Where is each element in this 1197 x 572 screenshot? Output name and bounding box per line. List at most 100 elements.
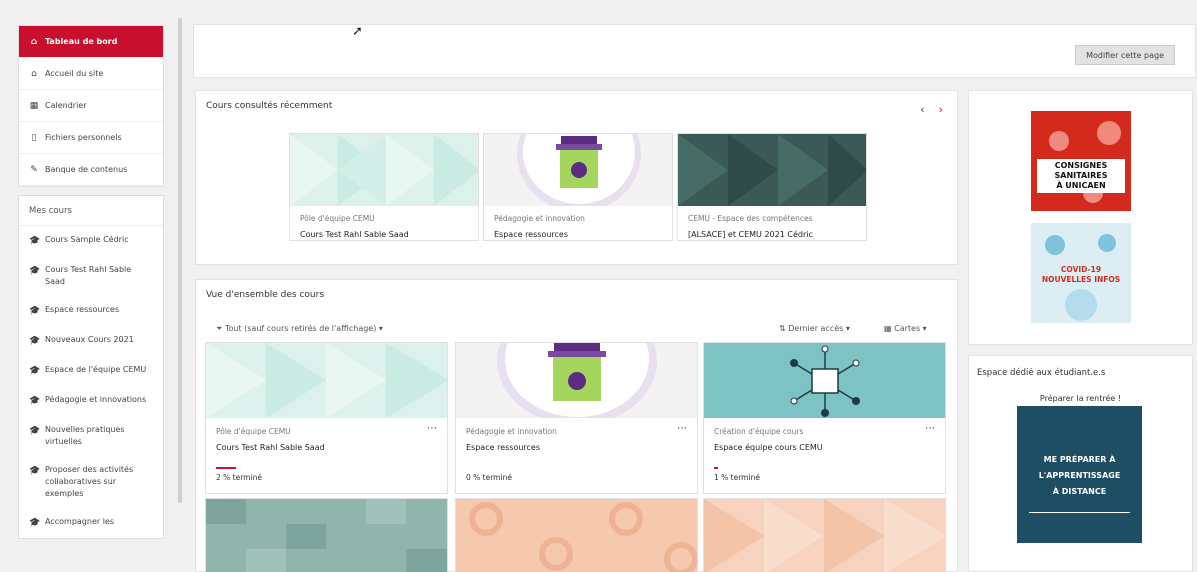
course-card[interactable]: ⋯ Création d'équipe cours Espace équipe … (703, 342, 946, 494)
caret-down-icon: ▾ (845, 324, 850, 333)
course-thumbnail (704, 499, 945, 572)
caret-down-icon: ▾ (922, 324, 927, 333)
course-overview-panel: Vue d'ensemble des cours ⏷ Tout (sauf co… (195, 279, 958, 572)
course-card[interactable] (205, 498, 448, 572)
nav-course-item[interactable]: 🎓 Proposer des activités collaboratives … (19, 456, 163, 508)
banner-line: COVID-19 (1060, 265, 1102, 274)
more-options-icon[interactable]: ⋯ (677, 423, 687, 434)
filter-label: Tout (sauf cours retirés de l'affichage) (224, 324, 377, 333)
nav-item-label: Banque de contenus (45, 165, 128, 174)
health-guidelines-text: CONSIGNES SANITAIRES À UNICAEN (1037, 159, 1125, 193)
nav-course-item[interactable]: 🎓 Nouvelles pratiques virtuelles (19, 416, 163, 456)
mouse-cursor-icon: ➚ (352, 24, 363, 39)
edit-page-button[interactable]: Modifier cette page (1075, 45, 1175, 65)
sort-dropdown[interactable]: ⇅ Dernier accès ▾ (779, 324, 850, 333)
course-category: Pédagogie et innovation (466, 427, 557, 436)
nav-main-box: ⌂ Tableau de bord ⌂ Accueil du site ▦ Ca… (18, 25, 164, 187)
course-thumbnail (704, 343, 945, 418)
recent-course-card[interactable]: CEMU - Espace des compétences [ALSACE] e… (677, 133, 867, 241)
course-name[interactable]: [ALSACE] et CEMU 2021 Cédric (688, 230, 813, 239)
course-thumbnail (290, 134, 478, 206)
filter-icon: ⏷ (216, 324, 225, 333)
graduation-cap-icon: 🎓 (29, 396, 41, 406)
nav-item-content-bank[interactable]: ✎ Banque de contenus (19, 154, 163, 186)
banner-line: À UNICAEN (1056, 181, 1106, 190)
recent-courses-panel: Cours consultés récemment ‹ › Pôle d'équ… (195, 90, 958, 265)
covid-news-banner[interactable]: COVID-19 NOUVELLES INFOS (1031, 223, 1131, 323)
nav-course-label: Nouveaux Cours 2021 (45, 335, 134, 344)
nav-item-label: Accueil du site (45, 69, 104, 78)
nav-section-heading: Mes cours (19, 196, 163, 226)
course-thumbnail (206, 499, 447, 572)
course-thumbnail (456, 499, 697, 572)
announcements-block: CONSIGNES SANITAIRES À UNICAEN COVID-19 … (968, 90, 1193, 345)
course-progress: 1 % terminé (714, 473, 760, 482)
nav-item-home[interactable]: ⌂ Accueil du site (19, 58, 163, 90)
recent-course-card[interactable]: Pédagogie et innovation Espace ressource… (483, 133, 673, 241)
course-card[interactable] (455, 498, 698, 572)
course-card[interactable]: ⋯ Pôle d'équipe CEMU Cours Test Rahl Sab… (205, 342, 448, 494)
dashboard-screen: ⌂ Tableau de bord ⌂ Accueil du site ▦ Ca… (0, 0, 1197, 572)
recent-courses-title: Cours consultés récemment (206, 101, 333, 111)
nav-course-item[interactable]: 🎓 Nouveaux Cours 2021 (19, 326, 163, 356)
left-navigation: ⌂ Tableau de bord ⌂ Accueil du site ▦ Ca… (18, 25, 164, 539)
course-name[interactable]: Espace ressources (494, 230, 568, 239)
course-name[interactable]: Espace ressources (466, 443, 540, 452)
nav-course-item[interactable]: 🎓 Accompagner les (19, 508, 163, 538)
course-thumbnail (484, 134, 672, 206)
banner-divider (1029, 512, 1130, 513)
distance-learning-banner[interactable]: ME PRÉPARER À L'APPRENTISSAGE À DISTANCE (1017, 406, 1142, 543)
graduation-cap-icon: 🎓 (29, 306, 41, 316)
home-icon: ⌂ (31, 68, 37, 79)
pen-icon: ✎ (30, 164, 38, 175)
health-guidelines-banner[interactable]: CONSIGNES SANITAIRES À UNICAEN (1031, 111, 1131, 211)
course-name[interactable]: Cours Test Rahl Sable Saad (216, 443, 325, 452)
nav-course-label: Cours Test Rahl Sable Saad (45, 265, 132, 286)
nav-course-item[interactable]: 🎓 Pédagogie et innovations (19, 386, 163, 416)
filter-dropdown[interactable]: ⏷ Tout (sauf cours retirés de l'affichag… (216, 324, 383, 334)
view-label: Cartes (894, 324, 921, 333)
more-options-icon[interactable]: ⋯ (925, 423, 935, 434)
nav-item-files[interactable]: ▯ Fichiers personnels (19, 122, 163, 154)
caret-down-icon: ▾ (378, 324, 383, 333)
nav-item-calendar[interactable]: ▦ Calendrier (19, 90, 163, 122)
recent-course-card[interactable]: Pôle d'équipe CEMU Cours Test Rahl Sable… (289, 133, 479, 241)
nav-course-label: Proposer des activités collaboratives su… (45, 465, 134, 498)
course-card[interactable]: ⋯ Pédagogie et innovation Espace ressour… (455, 342, 698, 494)
nav-scrollbar[interactable] (178, 18, 182, 503)
graduation-cap-icon: 🎓 (29, 426, 41, 436)
course-name[interactable]: Espace équipe cours CEMU (714, 443, 823, 452)
graduation-cap-icon: 🎓 (29, 266, 41, 276)
banner-line: SANITAIRES (1054, 171, 1108, 180)
nav-item-label: Tableau de bord (45, 37, 118, 46)
sort-label: Dernier accès (788, 324, 844, 333)
students-block-title: Espace dédié aux étudiant.e.s (977, 368, 1106, 378)
course-category: CEMU - Espace des compétences (688, 214, 813, 223)
nav-course-label: Nouvelles pratiques virtuelles (45, 425, 125, 446)
view-dropdown[interactable]: ▦ Cartes ▾ (884, 324, 927, 333)
nav-course-item[interactable]: 🎓 Cours Sample Cédric (19, 226, 163, 256)
distance-learning-text: ME PRÉPARER À L'APPRENTISSAGE À DISTANCE (1017, 452, 1142, 500)
graduation-cap-icon: 🎓 (29, 466, 41, 476)
graduation-cap-icon: 🎓 (29, 366, 41, 376)
chevron-left-icon[interactable]: ‹ (920, 103, 924, 116)
more-options-icon[interactable]: ⋯ (427, 423, 437, 434)
nav-course-label: Espace ressources (45, 305, 120, 314)
course-progress: 0 % terminé (466, 473, 512, 482)
covid-news-text: COVID-19 NOUVELLES INFOS (1037, 265, 1125, 285)
nav-course-item[interactable]: 🎓 Espace de l'équipe CEMU (19, 356, 163, 386)
banner-line: ME PRÉPARER À (1043, 455, 1116, 464)
progress-bar (714, 467, 718, 469)
nav-item-dashboard[interactable]: ⌂ Tableau de bord (19, 26, 163, 58)
nav-course-item[interactable]: 🎓 Cours Test Rahl Sable Saad (19, 256, 163, 296)
banner-line: L'APPRENTISSAGE (1038, 471, 1121, 480)
course-category: Création d'équipe cours (714, 427, 804, 436)
course-name[interactable]: Cours Test Rahl Sable Saad (300, 230, 409, 239)
dashboard-icon: ⌂ (30, 36, 38, 47)
nav-course-label: Pédagogie et innovations (45, 395, 147, 404)
course-card[interactable] (703, 498, 946, 572)
chevron-right-icon[interactable]: › (939, 103, 943, 116)
nav-course-item[interactable]: 🎓 Espace ressources (19, 296, 163, 326)
course-thumbnail (206, 343, 447, 418)
graduation-cap-icon: 🎓 (29, 236, 41, 246)
